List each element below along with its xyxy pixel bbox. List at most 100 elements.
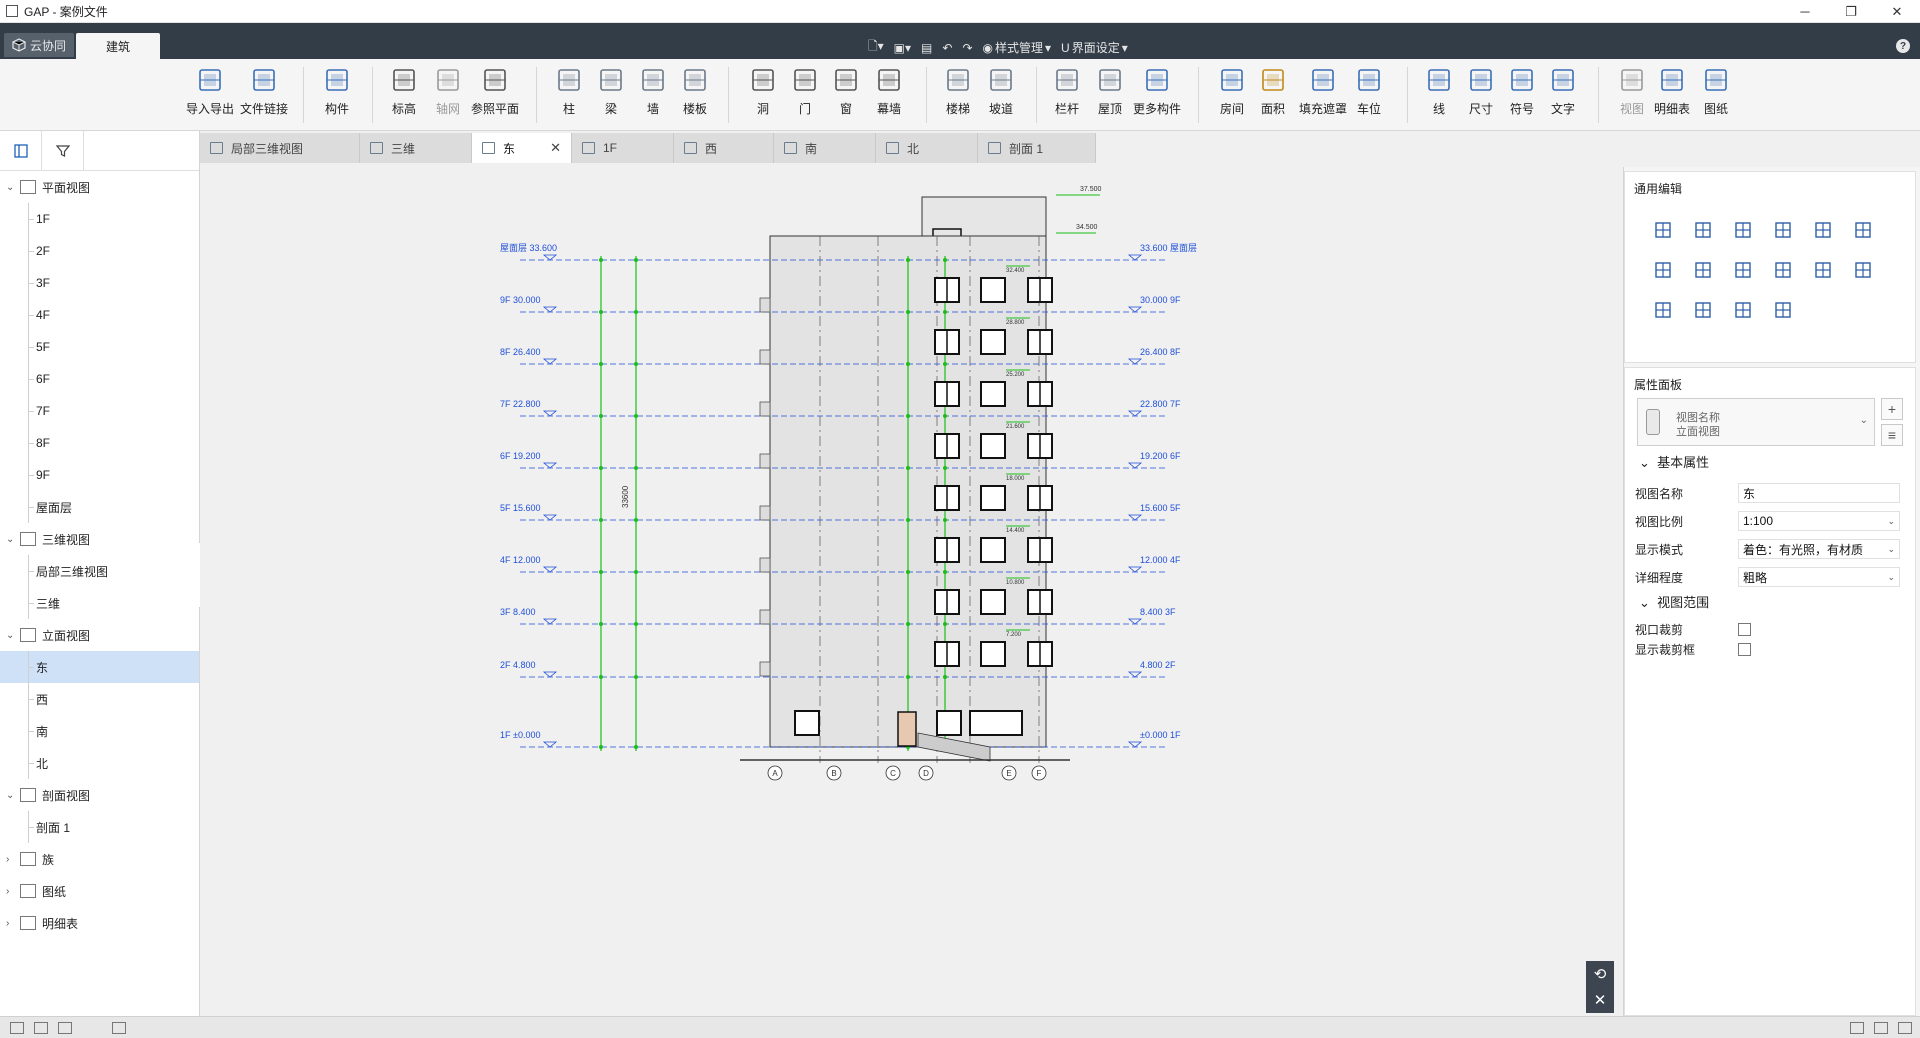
style-manager-menu[interactable]: ◉ 样式管理 ▾ [983,39,1052,56]
ribbon-button-view[interactable]: 视图 [1614,65,1650,117]
help-icon[interactable]: ? [1896,39,1910,53]
ribbon-button-grid[interactable]: 轴网 [430,65,466,117]
ribbon-button-area[interactable]: 面积 [1255,65,1291,117]
ribbon-button-component[interactable]: 构件 [319,65,355,117]
ribbon-button-text[interactable]: 文字 [1545,65,1581,117]
array-linear-icon[interactable] [1763,250,1803,290]
tree-item[interactable]: 4F [0,299,199,331]
chevron-down-icon[interactable]: ⌄ [6,534,14,545]
table-icon[interactable] [112,1021,126,1034]
ribbon-button-curtain-wall[interactable]: 幕墙 [871,65,907,117]
ribbon-button-opening[interactable]: 洞 [745,65,781,117]
status-view-icon[interactable] [1850,1021,1864,1034]
group-icon[interactable] [1683,290,1723,330]
trim-icon[interactable] [1843,210,1883,250]
chevron-down-icon[interactable]: ⌄ [6,630,14,641]
move-icon[interactable] [1643,210,1683,250]
status-sheet-icon[interactable] [1874,1021,1888,1034]
ribbon-button-parking[interactable]: 车位 [1351,65,1387,117]
copy-icon[interactable] [1683,210,1723,250]
redo-icon[interactable]: ↷ [962,41,972,55]
property-select[interactable]: 着色：有光照，有材质 ⌄ [1738,539,1900,559]
ribbon-button-file-link[interactable]: 文件链接 [240,65,288,117]
tree-item[interactable]: 1F [0,203,199,235]
view-tab[interactable]: 西 [674,133,774,163]
tree-group[interactable]: › 图纸 [0,875,199,907]
new-file-icon[interactable]: 🗋▾ [868,37,884,58]
tree-item[interactable]: 西 [0,683,199,715]
property-select[interactable]: 1:100 ⌄ [1738,511,1900,531]
layout-tile-icon[interactable] [34,1021,48,1034]
view-range-group[interactable]: ⌄ 视图范围 [1639,592,1709,611]
chevron-down-icon[interactable]: ⌄ [6,182,14,193]
view-tab[interactable]: 1F [572,133,674,163]
delete-icon[interactable] [1643,290,1683,330]
view-tab[interactable]: 南 [774,133,876,163]
property-select[interactable]: 粗略 ⌄ [1738,567,1900,587]
tree-item[interactable]: 局部三维视图 [0,555,199,587]
property-input[interactable]: 东 [1738,483,1900,503]
ribbon-button-reference-plane[interactable]: 参照平面 [471,65,519,117]
ribbon-button-roof[interactable]: 屋顶 [1092,65,1128,117]
ribbon-button-door[interactable]: 门 [787,65,823,117]
basic-properties-group[interactable]: ⌄ 基本属性 [1639,452,1709,471]
edit-type-button[interactable]: ≡ [1881,424,1903,446]
drawing-canvas[interactable]: 屋面层 33.600 33.600 屋面层 9F 30.000 30.000 9F 8F… [200,163,1620,1016]
type-selector[interactable]: 视图名称 立面视图 ⌄ [1637,398,1875,446]
panel-toggle-icon[interactable] [0,131,42,171]
measure-icon[interactable] [1763,290,1803,330]
extend-icon[interactable] [1723,250,1763,290]
view-tab[interactable]: 东 ✕ [472,133,572,163]
checkbox[interactable] [1738,622,1751,636]
pin-icon[interactable] [1723,290,1763,330]
ribbon-button-fill-mask[interactable]: 填充遮罩 [1299,65,1347,117]
tree-item[interactable]: 8F [0,427,199,459]
tree-item[interactable]: 7F [0,395,199,427]
tree-group[interactable]: ⌄ 剖面视图 [0,779,199,811]
filter-icon[interactable] [42,131,84,171]
open-file-icon[interactable]: ▣▾ [894,41,911,55]
ribbon-button-beam[interactable]: 梁 [593,65,629,117]
mirror-icon[interactable] [1843,250,1883,290]
ribbon-button-floor-slab[interactable]: 楼板 [677,65,713,117]
reset-view-icon[interactable]: ⟲ [1594,965,1607,983]
tree-item[interactable]: 三维 [0,587,199,619]
tree-group[interactable]: › 明细表 [0,907,199,939]
minimize-button[interactable]: ─ [1782,0,1828,23]
ribbon-button-stair[interactable]: 楼梯 [940,65,976,117]
close-button[interactable]: ✕ [1874,0,1920,23]
duplicate-icon[interactable] [1643,250,1683,290]
ribbon-button-room[interactable]: 房间 [1214,65,1250,117]
view-tab[interactable]: 北 [876,133,978,163]
ribbon-button-line[interactable]: 线 [1421,65,1457,117]
tree-item[interactable]: 9F [0,459,199,491]
ribbon-button-dimension[interactable]: 尺寸 [1463,65,1499,117]
align-icon[interactable] [1683,250,1723,290]
tree-group[interactable]: › 族 [0,843,199,875]
tree-item[interactable]: 屋面层 [0,491,199,523]
ribbon-button-level[interactable]: 标高 [386,65,422,117]
tree-item[interactable]: 剖面 1 [0,811,199,843]
tree-item[interactable]: 2F [0,235,199,267]
offset-icon[interactable] [1763,210,1803,250]
rotate-icon[interactable] [1723,210,1763,250]
ribbon-button-cad-import[interactable]: 导入导出 [186,65,234,117]
add-type-button[interactable]: + [1881,398,1903,420]
tree-group[interactable]: ⌄ 立面视图 [0,619,199,651]
undo-icon[interactable]: ↶ [942,41,952,55]
chevron-right-icon[interactable]: › [6,918,9,929]
ribbon-button-wall[interactable]: 墙 [635,65,671,117]
status-settings-icon[interactable] [1898,1021,1912,1034]
array-grid-icon[interactable] [1803,250,1843,290]
tree-item[interactable]: 东 [0,651,199,683]
layout-split-icon[interactable] [58,1021,72,1034]
tree-group[interactable]: ⌄ 平面视图 [0,171,199,203]
ui-settings-menu[interactable]: U 界面设定 ▾ [1061,39,1128,56]
restore-button[interactable]: ❐ [1828,0,1874,23]
view-tab[interactable]: 剖面 1 [978,133,1096,163]
close-tab-icon[interactable]: ✕ [550,140,561,156]
tree-item[interactable]: 6F [0,363,199,395]
tree-item[interactable]: 南 [0,715,199,747]
ribbon-button-sheet[interactable]: 图纸 [1698,65,1734,117]
split-icon[interactable] [1803,210,1843,250]
